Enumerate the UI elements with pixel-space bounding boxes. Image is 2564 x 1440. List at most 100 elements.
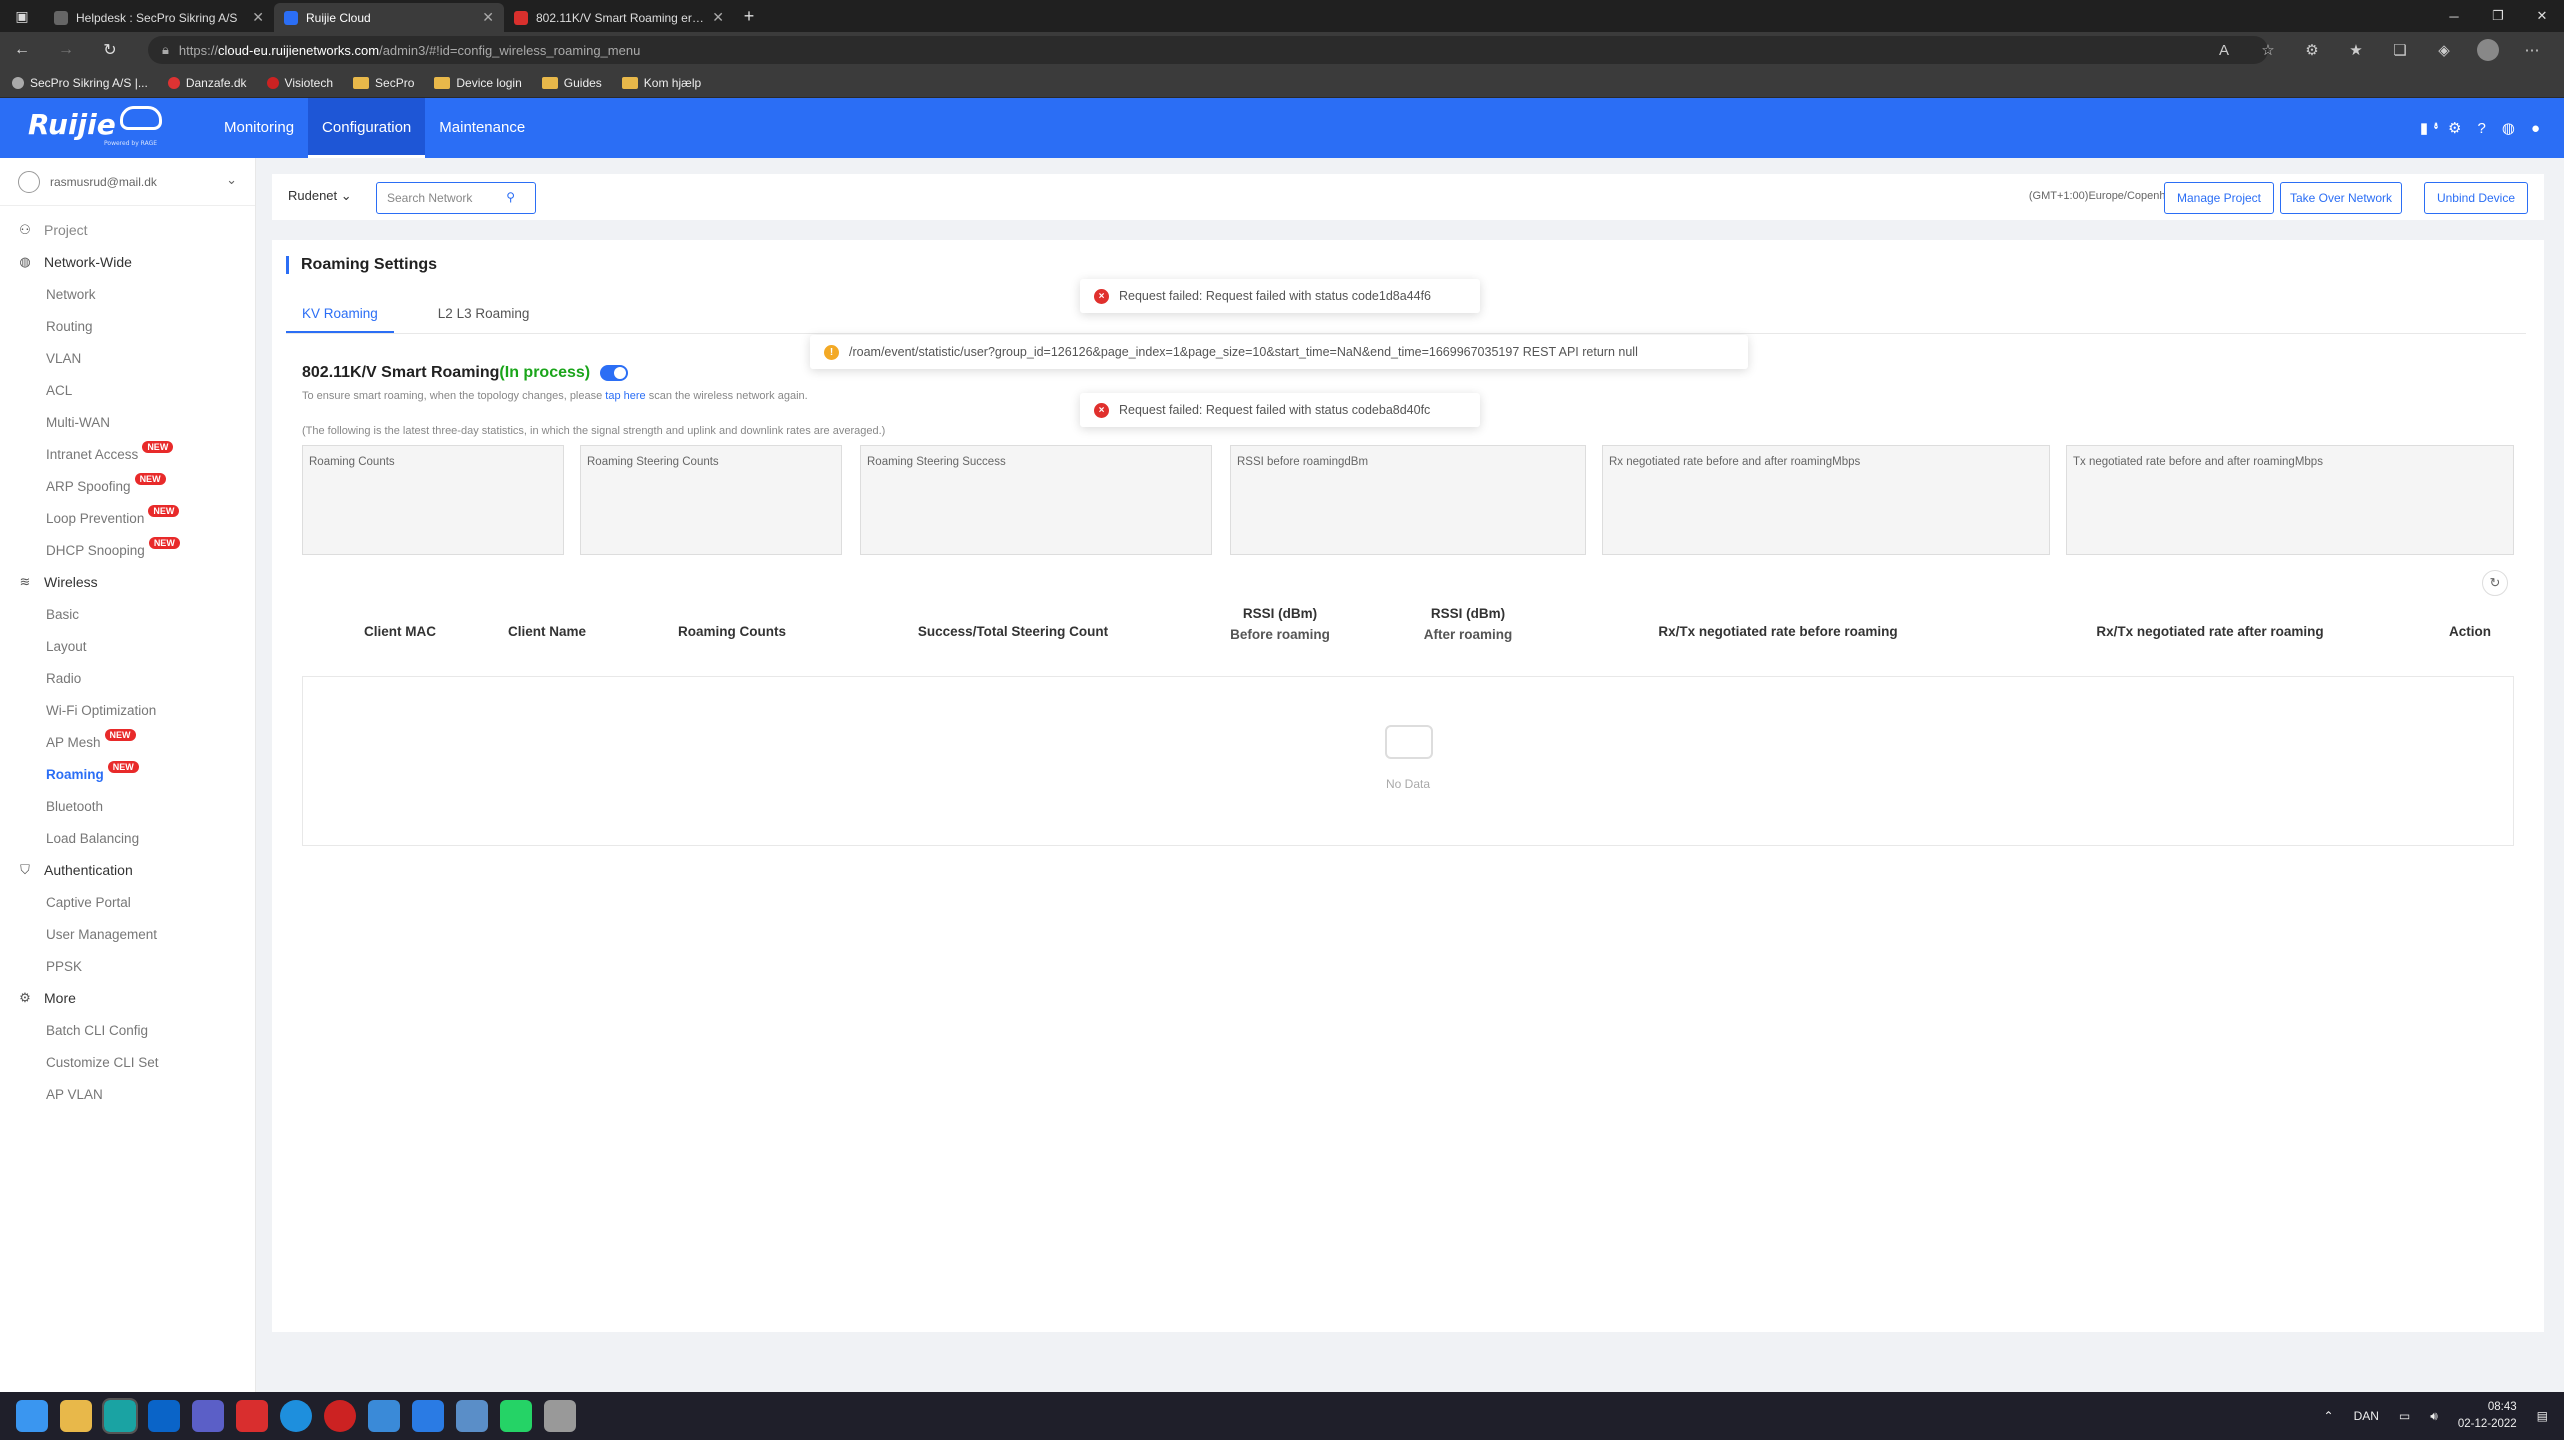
close-window-icon[interactable]: ✕ bbox=[2520, 0, 2564, 32]
sidebar-item-batch-cli-config[interactable]: Batch CLI Config bbox=[0, 1014, 255, 1046]
sidebar-item-vlan[interactable]: VLAN bbox=[0, 342, 255, 374]
back-icon[interactable]: ← bbox=[0, 32, 44, 68]
language-globe-icon[interactable]: ◍ bbox=[2502, 119, 2515, 137]
close-tab-icon[interactable]: ✕ bbox=[252, 9, 264, 26]
favorites-icon[interactable]: ★ bbox=[2334, 41, 2378, 59]
sidebar-item-dhcp-snooping[interactable]: DHCP Snooping NEW bbox=[0, 534, 255, 566]
nav-monitoring[interactable]: Monitoring bbox=[210, 98, 308, 158]
add-favorite-icon[interactable]: ☆ bbox=[2246, 41, 2290, 59]
sidebar-section-authentication[interactable]: ⛉ Authentication bbox=[0, 854, 255, 886]
sidebar-item-captive-portal[interactable]: Captive Portal bbox=[0, 886, 255, 918]
user-account-icon[interactable]: ● bbox=[2531, 120, 2540, 137]
profile-avatar[interactable] bbox=[2477, 39, 2499, 61]
sidebar-item-customize-cli-set[interactable]: Customize CLI Set bbox=[0, 1046, 255, 1078]
sidebar-item-ap-mesh[interactable]: AP Mesh NEW bbox=[0, 726, 255, 758]
sidebar-section-more[interactable]: ⚙ More bbox=[0, 982, 255, 1014]
bookmark-folder-kom-hjaelp[interactable]: Kom hjælp bbox=[621, 76, 701, 90]
browser-tab-ruijie-cloud[interactable]: Ruijie Cloud ✕ bbox=[274, 3, 504, 32]
settings-gear-icon[interactable]: ⚙ bbox=[2448, 119, 2461, 137]
sidebar-item-user-management[interactable]: User Management bbox=[0, 918, 255, 950]
nav-configuration[interactable]: Configuration bbox=[308, 98, 426, 158]
bookmark-folder-secpro[interactable]: SecPro bbox=[353, 76, 414, 90]
bookmark-folder-device-login[interactable]: Device login bbox=[434, 76, 522, 90]
close-tab-icon[interactable]: ✕ bbox=[712, 9, 724, 26]
sidebar-item-ppsk[interactable]: PPSK bbox=[0, 950, 255, 982]
search-icon[interactable]: ⚲ bbox=[506, 190, 515, 204]
notepad-icon[interactable] bbox=[544, 1400, 576, 1432]
sidebar-item-loop-prevention[interactable]: Loop Prevention NEW bbox=[0, 502, 255, 534]
clock[interactable]: 08:43 02-12-2022 bbox=[2458, 1399, 2517, 1433]
sidebar-item-layout[interactable]: Layout bbox=[0, 630, 255, 662]
notifications-icon[interactable]: ▮ 0 bbox=[2420, 119, 2439, 137]
sidebar-item-acl[interactable]: ACL bbox=[0, 374, 255, 406]
new-tab-button[interactable]: + bbox=[734, 0, 764, 32]
sidebar-item-load-balancing[interactable]: Load Balancing bbox=[0, 822, 255, 854]
sidebar-item-ap-vlan[interactable]: AP VLAN bbox=[0, 1078, 255, 1110]
language-indicator[interactable]: DAN bbox=[2354, 1409, 2379, 1423]
sidebar-section-wireless[interactable]: ≋ Wireless bbox=[0, 566, 255, 598]
sidebar-section-network-wide[interactable]: ◍ Network-Wide bbox=[0, 246, 255, 278]
sidebar-item-arp-spoofing[interactable]: ARP Spoofing NEW bbox=[0, 470, 255, 502]
browser-essentials-icon[interactable]: ◈ bbox=[2422, 41, 2466, 59]
network-selector[interactable]: Rudenet ⌄ bbox=[288, 188, 352, 204]
sidebar-item-roaming[interactable]: Roaming NEW bbox=[0, 758, 255, 790]
url-host: cloud-eu.ruijienetworks.com bbox=[217, 42, 380, 58]
browser-tab-roaming-error[interactable]: 802.11K/V Smart Roaming error ✕ bbox=[504, 3, 734, 32]
chat-icon[interactable] bbox=[280, 1400, 312, 1432]
sidebar-item-intranet-access[interactable]: Intranet Access NEW bbox=[0, 438, 255, 470]
search-network-input[interactable]: Search Network ⚲ bbox=[376, 182, 536, 214]
smart-roaming-toggle[interactable] bbox=[600, 365, 629, 381]
browser-tab-helpdesk[interactable]: Helpdesk : SecPro Sikring A/S ✕ bbox=[44, 3, 274, 32]
tab-l2-l3-roaming[interactable]: L2 L3 Roaming bbox=[422, 294, 546, 333]
bookmark-visiotech[interactable]: Visiotech bbox=[266, 76, 333, 90]
tap-here-link[interactable]: tap here bbox=[605, 390, 645, 402]
bookmark-danzafe[interactable]: Danzafe.dk bbox=[167, 76, 247, 90]
ip-scanner-icon[interactable] bbox=[412, 1400, 444, 1432]
anydesk-icon[interactable] bbox=[236, 1400, 268, 1432]
teams-icon[interactable] bbox=[192, 1400, 224, 1432]
tab-actions-icon[interactable]: ▣ bbox=[0, 0, 44, 32]
sidebar-item-bluetooth[interactable]: Bluetooth bbox=[0, 790, 255, 822]
bookmark-secpro-sikring[interactable]: SecPro Sikring A/S |... bbox=[12, 76, 148, 90]
network-icon[interactable]: ▭ bbox=[2399, 1409, 2410, 1423]
whatsapp-icon[interactable] bbox=[500, 1400, 532, 1432]
refresh-icon[interactable]: ↻ bbox=[2482, 570, 2508, 596]
minimize-icon[interactable]: ─ bbox=[2432, 0, 2476, 32]
sidebar-item-routing[interactable]: Routing bbox=[0, 310, 255, 342]
volume-icon[interactable]: 🔊︎ bbox=[2430, 1409, 2438, 1424]
sidebar-item-radio[interactable]: Radio bbox=[0, 662, 255, 694]
file-explorer-icon[interactable] bbox=[60, 1400, 92, 1432]
chevron-up-icon[interactable]: ⌃ bbox=[2324, 1409, 2334, 1423]
notification-center-icon[interactable]: ▤ bbox=[2537, 1409, 2548, 1423]
collections-icon[interactable]: ❏ bbox=[2378, 41, 2422, 59]
settings-icon[interactable] bbox=[368, 1400, 400, 1432]
forward-icon[interactable]: → bbox=[44, 32, 88, 68]
extensions-icon[interactable]: ⚙ bbox=[2290, 41, 2334, 59]
unbind-device-button[interactable]: Unbind Device bbox=[2424, 182, 2528, 214]
sidebar-section-project[interactable]: ⚇ Project bbox=[0, 214, 255, 246]
app-icon[interactable] bbox=[324, 1400, 356, 1432]
sidebar-item-basic[interactable]: Basic bbox=[0, 598, 255, 630]
more-menu-icon[interactable]: ⋯ bbox=[2510, 41, 2554, 59]
ruijie-logo[interactable]: Ruijie Powered by RAGE bbox=[28, 106, 162, 148]
nav-maintenance[interactable]: Maintenance bbox=[425, 98, 539, 158]
manage-project-button[interactable]: Manage Project bbox=[2164, 182, 2274, 214]
sidebar-item-multi-wan[interactable]: Multi-WAN bbox=[0, 406, 255, 438]
bookmark-folder-guides[interactable]: Guides bbox=[541, 76, 602, 90]
url-input[interactable]: 🔒︎ https://cloud-eu.ruijienetworks.com/a… bbox=[148, 36, 2268, 64]
tab-kv-roaming[interactable]: KV Roaming bbox=[286, 294, 394, 333]
restore-icon[interactable]: ❐ bbox=[2476, 0, 2520, 32]
account-selector[interactable]: rasmusrud@mail.dk ⌄ bbox=[0, 158, 255, 206]
windows-start-icon[interactable] bbox=[16, 1400, 48, 1432]
project-icon: ⚇ bbox=[19, 222, 31, 237]
take-over-network-button[interactable]: Take Over Network bbox=[2280, 182, 2402, 214]
help-icon[interactable]: ? bbox=[2478, 120, 2486, 137]
sidebar-item-wifi-optimization[interactable]: Wi-Fi Optimization bbox=[0, 694, 255, 726]
sidebar-item-network[interactable]: Network bbox=[0, 278, 255, 310]
outlook-icon[interactable] bbox=[148, 1400, 180, 1432]
close-tab-icon[interactable]: ✕ bbox=[482, 9, 494, 26]
read-aloud-icon[interactable]: A bbox=[2202, 42, 2246, 59]
reload-icon[interactable]: ↻ bbox=[88, 32, 132, 68]
edge-browser-icon[interactable] bbox=[102, 1398, 138, 1434]
network-tool-icon[interactable] bbox=[456, 1400, 488, 1432]
